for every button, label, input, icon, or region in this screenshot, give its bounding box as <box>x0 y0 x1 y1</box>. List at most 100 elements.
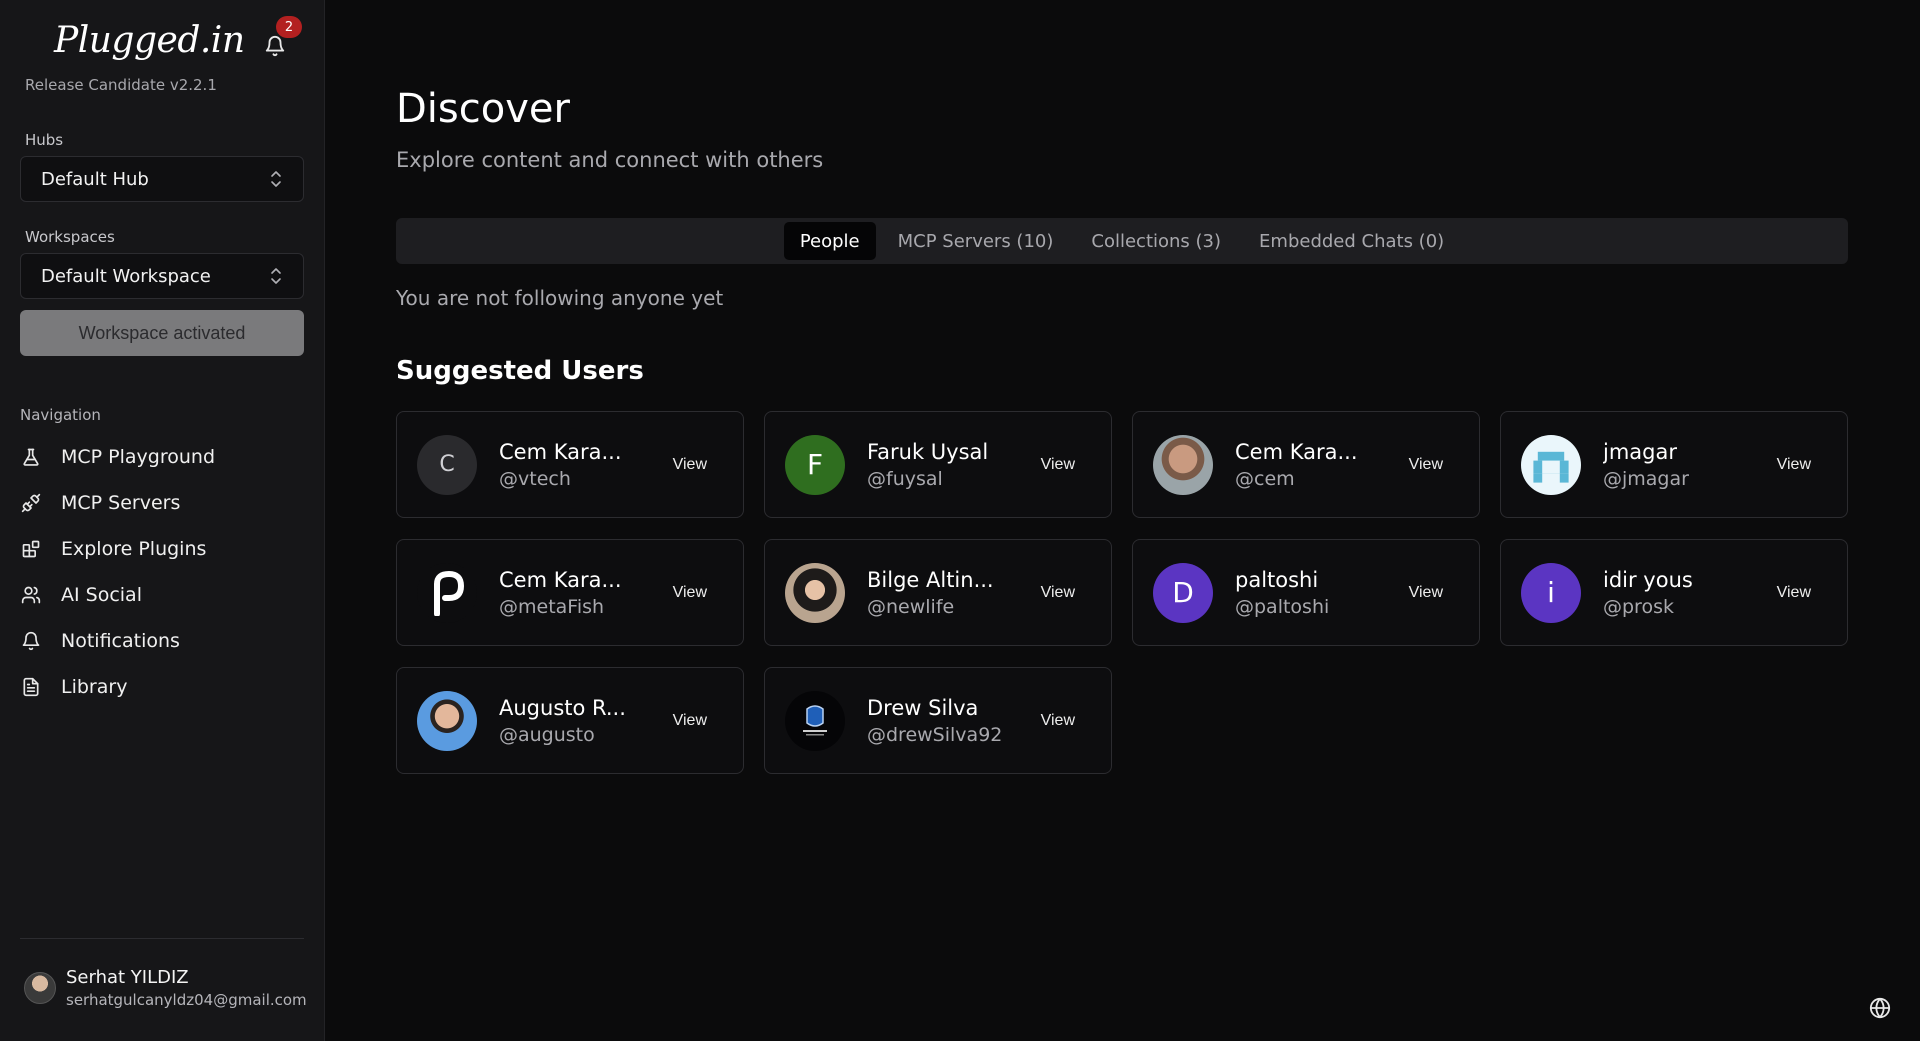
document-icon <box>20 676 42 698</box>
sidebar-divider <box>20 938 304 939</box>
view-profile-button[interactable]: View <box>1027 704 1089 738</box>
workspace-activated-button[interactable]: Workspace activated <box>20 310 304 356</box>
user-card[interactable]: Augusto R... @augusto View <box>396 667 744 774</box>
avatar: i <box>1521 562 1581 623</box>
user-handle: @cem <box>1235 467 1295 490</box>
sidebar-item-mcp-playground[interactable]: MCP Playground <box>20 434 304 480</box>
user-card[interactable]: Cem Kara... @metaFish View <box>396 539 744 646</box>
user-card[interactable]: jmagar @jmagar View <box>1500 411 1848 518</box>
app-version: Release Candidate v2.2.1 <box>25 76 217 94</box>
user-handle: @newlife <box>867 595 955 618</box>
view-profile-button[interactable]: View <box>659 704 721 738</box>
sidebar-nav: MCP Playground MCP Servers Explore Plugi… <box>20 434 304 710</box>
app-root: Plugged.in 2 Release Candidate v2.2.1 Hu… <box>0 0 1920 1041</box>
page-subtitle: Explore content and connect with others <box>396 148 824 172</box>
avatar <box>417 690 477 751</box>
view-profile-button[interactable]: View <box>1395 448 1457 482</box>
user-name: jmagar <box>1603 439 1677 464</box>
tab-embedded-chats[interactable]: Embedded Chats (0) <box>1243 222 1460 260</box>
app-logo[interactable]: Plugged.in <box>54 20 245 61</box>
avatar: F <box>785 434 845 495</box>
user-card[interactable]: Bilge Altin... @newlife View <box>764 539 1112 646</box>
sidebar-item-ai-social[interactable]: AI Social <box>20 572 304 618</box>
workspace-select-value: Default Workspace <box>41 265 211 287</box>
sidebar-item-label: Explore Plugins <box>61 538 207 560</box>
user-name: Bilge Altin... <box>867 567 994 592</box>
page-title: Discover <box>396 86 570 132</box>
user-handle: @metaFish <box>499 595 605 618</box>
user-name: Cem Kara... <box>499 439 622 464</box>
user-handle: @vtech <box>499 467 571 490</box>
sidebar-item-mcp-servers[interactable]: MCP Servers <box>20 480 304 526</box>
user-card[interactable]: C Cem Kara... @vtech View <box>396 411 744 518</box>
tab-mcp-servers[interactable]: MCP Servers (10) <box>882 222 1070 260</box>
view-profile-button[interactable]: View <box>1027 448 1089 482</box>
user-card-text: jmagar @jmagar <box>1603 440 1763 490</box>
user-card-text: Bilge Altin... @newlife <box>867 568 1027 618</box>
avatar <box>1153 434 1213 495</box>
user-card[interactable]: i idir yous @prosk View <box>1500 539 1848 646</box>
workspace-select[interactable]: Default Workspace <box>20 253 304 299</box>
plug-icon <box>20 492 42 514</box>
user-name: Cem Kara... <box>499 567 622 592</box>
avatar <box>785 690 845 751</box>
tab-people[interactable]: People <box>783 222 876 260</box>
user-card-text: idir yous @prosk <box>1603 568 1763 618</box>
sidebar-item-notifications[interactable]: Notifications <box>20 618 304 664</box>
user-handle: @paltoshi <box>1235 595 1330 618</box>
user-email: serhatgulcanyldz04@gmail.com <box>66 991 307 1009</box>
user-card-text: Augusto R... @augusto <box>499 696 659 746</box>
sidebar-item-label: MCP Playground <box>61 446 216 468</box>
hub-select-value: Default Hub <box>41 168 149 190</box>
discover-tabs: People MCP Servers (10) Collections (3) … <box>396 218 1848 264</box>
hub-select[interactable]: Default Hub <box>20 156 304 202</box>
user-card-text: Cem Kara... @vtech <box>499 440 659 490</box>
sidebar-item-label: MCP Servers <box>61 492 181 514</box>
chevrons-up-down-icon <box>271 171 281 187</box>
user-card[interactable]: Drew Silva @drewSilva92 View <box>764 667 1112 774</box>
user-card-text: Cem Kara... @metaFish <box>499 568 659 618</box>
view-profile-button[interactable]: View <box>1763 448 1825 482</box>
user-handle: @prosk <box>1603 595 1674 618</box>
user-handle: @drewSilva92 <box>867 723 1003 746</box>
user-card-text: Cem Kara... @cem <box>1235 440 1395 490</box>
user-name: Augusto R... <box>499 695 626 720</box>
sidebar-item-library[interactable]: Library <box>20 664 304 710</box>
workspaces-label: Workspaces <box>25 228 115 246</box>
hubs-label: Hubs <box>25 131 64 149</box>
main-content: Discover Explore content and connect wit… <box>325 0 1920 1041</box>
user-name: Cem Kara... <box>1235 439 1358 464</box>
view-profile-button[interactable]: View <box>659 448 721 482</box>
avatar <box>24 972 56 1004</box>
view-profile-button[interactable]: View <box>1763 576 1825 610</box>
sidebar-item-explore-plugins[interactable]: Explore Plugins <box>20 526 304 572</box>
user-card-text: paltoshi @paltoshi <box>1235 568 1395 618</box>
user-handle: @augusto <box>499 723 595 746</box>
notification-count-badge: 2 <box>276 16 302 38</box>
user-card[interactable]: Cem Kara... @cem View <box>1132 411 1480 518</box>
avatar: C <box>417 434 477 495</box>
view-profile-button[interactable]: View <box>1027 576 1089 610</box>
user-card-text: Faruk Uysal @fuysal <box>867 440 1027 490</box>
user-handle: @jmagar <box>1603 467 1689 490</box>
user-name: Drew Silva <box>867 695 979 720</box>
view-profile-button[interactable]: View <box>659 576 721 610</box>
users-icon <box>20 584 42 606</box>
user-profile[interactable]: Serhat YILDIZ serhatgulcanyldz04@gmail.c… <box>24 967 307 1009</box>
user-name: Faruk Uysal <box>867 439 989 464</box>
flask-icon <box>20 446 42 468</box>
suggested-users-heading: Suggested Users <box>396 356 644 386</box>
bell-icon <box>20 630 42 652</box>
brand-row: Plugged.in 2 <box>54 16 304 70</box>
suggested-users-grid: C Cem Kara... @vtech View F Faruk Uysal @fuysa… <box>396 411 1848 774</box>
user-card-text: Drew Silva @drewSilva92 <box>867 696 1027 746</box>
tab-collections[interactable]: Collections (3) <box>1075 222 1237 260</box>
view-profile-button[interactable]: View <box>1395 576 1457 610</box>
avatar <box>785 562 845 623</box>
user-card[interactable]: F Faruk Uysal @fuysal View <box>764 411 1112 518</box>
avatar: D <box>1153 562 1213 623</box>
globe-icon[interactable] <box>1869 997 1891 1019</box>
user-card[interactable]: Dpaltoshi @paltoshi View <box>1132 539 1480 646</box>
following-empty-message: You are not following anyone yet <box>396 286 724 310</box>
user-handle: @fuysal <box>867 467 943 490</box>
